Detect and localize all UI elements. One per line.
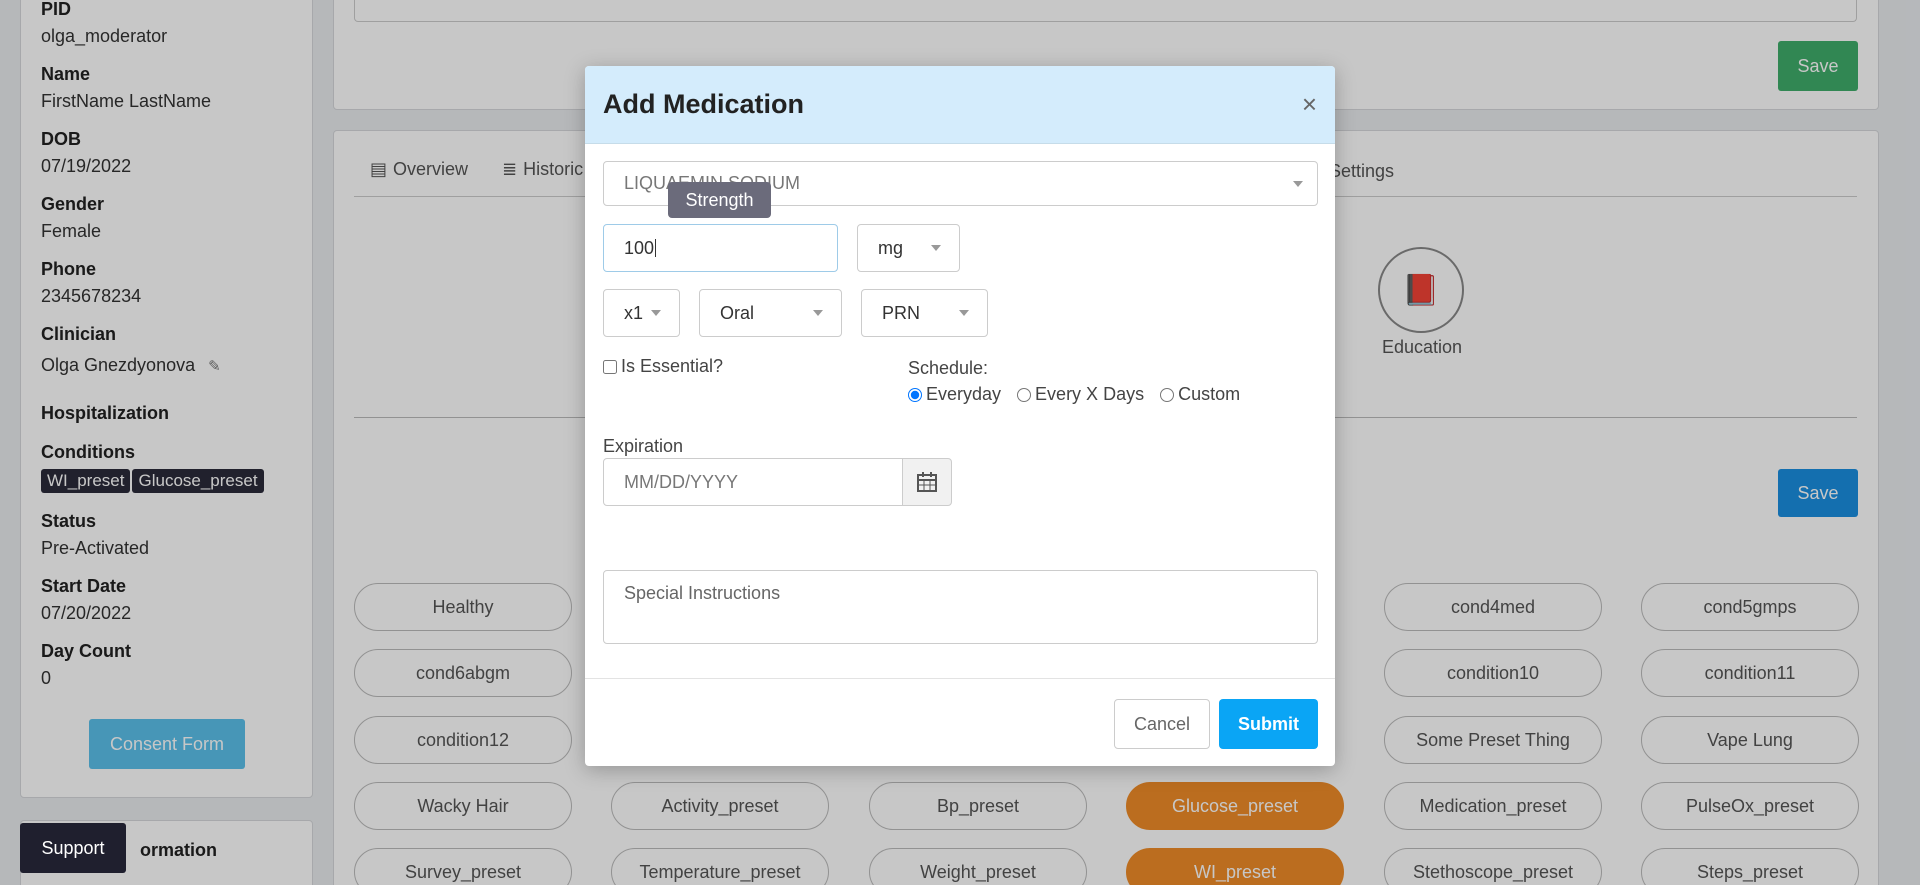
every-x-days-label: Every X Days: [1035, 384, 1145, 404]
quantity-select[interactable]: x1: [603, 289, 680, 337]
chevron-down-icon: [651, 310, 661, 316]
cancel-button[interactable]: Cancel: [1114, 699, 1210, 749]
unit-select[interactable]: mg: [857, 224, 960, 272]
expiration-label: Expiration: [603, 436, 684, 456]
strength-tooltip: Strength: [668, 182, 771, 218]
submit-button[interactable]: Submit: [1219, 699, 1318, 749]
frequency-select[interactable]: PRN: [861, 289, 988, 337]
calendar-icon: [917, 472, 937, 492]
add-medication-modal: Add Medication × LIQUAEMIN SODIUM Streng…: [585, 66, 1335, 766]
chevron-down-icon: [959, 310, 969, 316]
text-cursor: [655, 239, 657, 257]
chevron-down-icon: [1293, 180, 1303, 187]
essential-checkbox[interactable]: [603, 359, 617, 374]
custom-label: Custom: [1178, 384, 1241, 404]
modal-footer: Cancel Submit: [585, 678, 1335, 766]
schedule-label: Schedule:: [908, 358, 989, 378]
frequency-select-value: PRN: [882, 302, 921, 323]
schedule-radio-group: Everyday Every X Days Custom: [908, 384, 1240, 405]
schedule-option-custom[interactable]: Custom: [1160, 384, 1240, 405]
close-icon[interactable]: ×: [1302, 89, 1317, 120]
quantity-select-value: x1: [624, 302, 644, 323]
everyday-radio[interactable]: [908, 387, 922, 402]
schedule-option-everyday[interactable]: Everyday: [908, 384, 1001, 405]
schedule-option-every-x-days[interactable]: Every X Days: [1017, 384, 1144, 405]
route-select[interactable]: Oral: [699, 289, 842, 337]
custom-radio[interactable]: [1160, 387, 1175, 402]
strength-input-value: 100: [624, 237, 655, 258]
strength-input[interactable]: 100: [603, 224, 838, 272]
chevron-down-icon: [813, 310, 823, 316]
everyday-label: Everyday: [926, 384, 1002, 404]
special-instructions-textarea[interactable]: Special Instructions: [603, 570, 1318, 644]
essential-checkbox-row[interactable]: Is Essential?: [603, 356, 723, 377]
modal-header: Add Medication ×: [585, 66, 1335, 144]
every-x-days-radio[interactable]: [1017, 387, 1032, 402]
unit-select-value: mg: [878, 237, 904, 258]
expiration-placeholder: MM/DD/YYYY: [624, 471, 739, 492]
special-instructions-placeholder: Special Instructions: [624, 583, 781, 603]
route-select-value: Oral: [720, 302, 755, 323]
essential-label: Is Essential?: [621, 356, 724, 376]
chevron-down-icon: [931, 245, 941, 251]
support-button[interactable]: Support: [20, 823, 126, 873]
calendar-button[interactable]: [902, 458, 952, 506]
modal-title: Add Medication: [603, 89, 804, 119]
expiration-date-input[interactable]: MM/DD/YYYY: [603, 458, 903, 506]
